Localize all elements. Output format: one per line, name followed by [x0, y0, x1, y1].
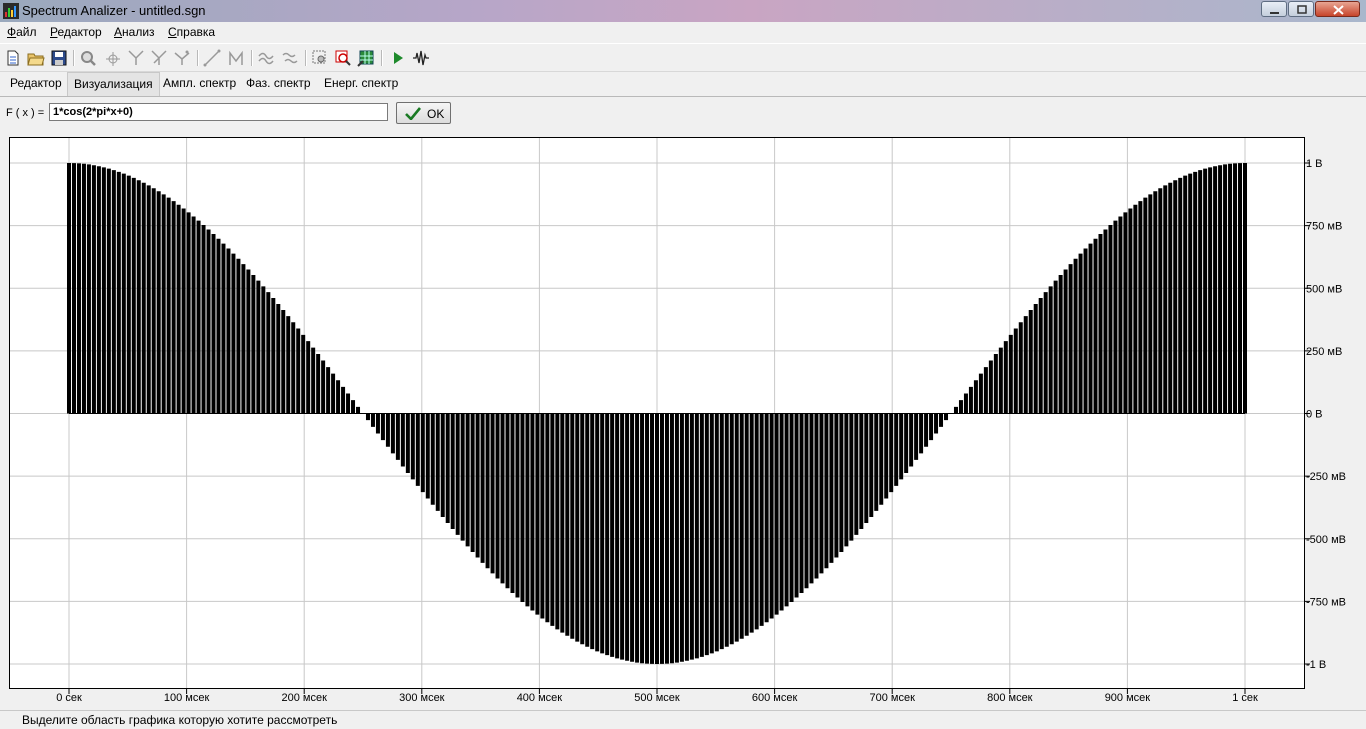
x-tick-label: 0 сек	[56, 692, 82, 704]
x-tick-label: 800 мсек	[987, 692, 1033, 704]
zoom-area-icon	[335, 50, 351, 66]
tab-bar: Редактор Визуализация Ампл. спектр Фаз. …	[0, 72, 1366, 97]
y-tick-label: -750 мВ	[1306, 596, 1346, 608]
filter2-icon	[151, 50, 167, 65]
play-icon	[394, 52, 403, 64]
ok-button[interactable]: OK	[396, 102, 451, 124]
select-icon	[312, 50, 326, 64]
x-tick-label: 200 мсек	[281, 692, 327, 704]
y-tick-label: 0 В	[1306, 409, 1323, 421]
x-tick-label: 900 мсек	[1105, 692, 1151, 704]
zoom-button[interactable]	[79, 49, 97, 67]
line-icon	[203, 49, 221, 67]
window-title: Spectrum Analizer - untitled.sgn	[22, 3, 206, 18]
play-button[interactable]	[389, 49, 407, 67]
toolbar-separator	[197, 50, 199, 66]
grid-icon	[357, 50, 374, 67]
y-tick-label: 500 мВ	[1306, 283, 1342, 295]
minimize-button[interactable]	[1261, 1, 1287, 17]
y-tick-label: 750 мВ	[1306, 221, 1342, 233]
plot-canvas[interactable]	[10, 138, 1304, 688]
waveform-icon	[413, 50, 429, 66]
y-tick-label: 1 В	[1306, 158, 1323, 170]
toolbar-separator	[381, 50, 383, 66]
stretch-button[interactable]	[257, 49, 275, 67]
close-button[interactable]	[1315, 1, 1360, 17]
x-tick-label: 500 мсек	[634, 692, 680, 704]
toolbar	[0, 43, 1366, 72]
new-icon	[7, 50, 19, 66]
zoom-area-button[interactable]	[334, 49, 352, 67]
bracket-tool-button[interactable]	[227, 49, 245, 67]
tab-amplitude-spectrum[interactable]: Ампл. спектр	[157, 72, 242, 95]
line-tool-button[interactable]	[203, 49, 221, 67]
y-tick-label: -1 В	[1306, 659, 1326, 671]
filter2-button[interactable]	[150, 49, 168, 67]
x-tick-label: 400 мсек	[517, 692, 563, 704]
compress-icon	[282, 52, 298, 64]
waveform-button[interactable]	[412, 49, 430, 67]
app-icon	[3, 3, 19, 19]
formula-input[interactable]	[49, 103, 388, 121]
x-tick-label: 100 мсек	[164, 692, 210, 704]
menu-bar: Файл Редактор Анализ Справка	[0, 22, 1366, 42]
filter3-button[interactable]	[173, 49, 191, 67]
tab-energy-spectrum[interactable]: Енерг. спектр	[318, 72, 404, 95]
x-tick-label: 600 мсек	[752, 692, 798, 704]
restore-icon	[1297, 5, 1307, 14]
select-area-button[interactable]	[311, 49, 329, 67]
toolbar-separator	[305, 50, 307, 66]
open-file-button[interactable]	[27, 49, 45, 67]
y-tick-label: -500 мВ	[1306, 534, 1346, 546]
formula-label: F ( x ) =	[6, 107, 45, 119]
grid-toggle-button[interactable]	[357, 49, 375, 67]
ok-label: OK	[427, 107, 445, 121]
crosshair-button[interactable]	[104, 49, 122, 67]
x-tick-label: 300 мсек	[399, 692, 445, 704]
save-file-button[interactable]	[50, 49, 68, 67]
bracket-icon	[229, 50, 243, 65]
close-icon	[1333, 5, 1344, 15]
zoom-icon	[81, 51, 96, 66]
filter-button[interactable]	[127, 49, 145, 67]
status-bar: Выделите область графика которую хотите …	[0, 710, 1366, 729]
toolbar-separator	[73, 50, 75, 66]
title-bar[interactable]: Spectrum Analizer - untitled.sgn	[0, 0, 1366, 23]
signal-plot[interactable]	[9, 137, 1305, 689]
menu-analysis[interactable]: Анализ	[114, 25, 155, 39]
checkmark-icon	[405, 107, 421, 120]
filter-icon	[128, 50, 144, 65]
maximize-button[interactable]	[1288, 1, 1314, 17]
tab-phase-spectrum[interactable]: Фаз. спектр	[240, 72, 317, 95]
crosshair-icon	[106, 52, 120, 66]
save-icon	[51, 50, 67, 66]
stretch-icon	[258, 52, 274, 65]
menu-file[interactable]: Файл	[7, 25, 37, 39]
new-file-button[interactable]	[4, 49, 22, 67]
y-tick-label: -250 мВ	[1306, 471, 1346, 483]
filter3-icon	[174, 50, 190, 65]
x-tick-label: 700 мсек	[869, 692, 915, 704]
tab-visualization[interactable]: Визуализация	[67, 72, 160, 96]
status-text: Выделите область графика которую хотите …	[22, 713, 338, 727]
toolbar-separator	[251, 50, 253, 66]
compress-button[interactable]	[281, 49, 299, 67]
tab-editor[interactable]: Редактор	[4, 72, 68, 95]
menu-help[interactable]: Справка	[168, 25, 215, 39]
menu-editor[interactable]: Редактор	[50, 25, 102, 39]
open-icon	[27, 53, 45, 66]
x-tick-label: 1 сек	[1232, 692, 1258, 704]
y-tick-label: 250 мВ	[1306, 346, 1342, 358]
minimize-icon	[1270, 12, 1279, 14]
